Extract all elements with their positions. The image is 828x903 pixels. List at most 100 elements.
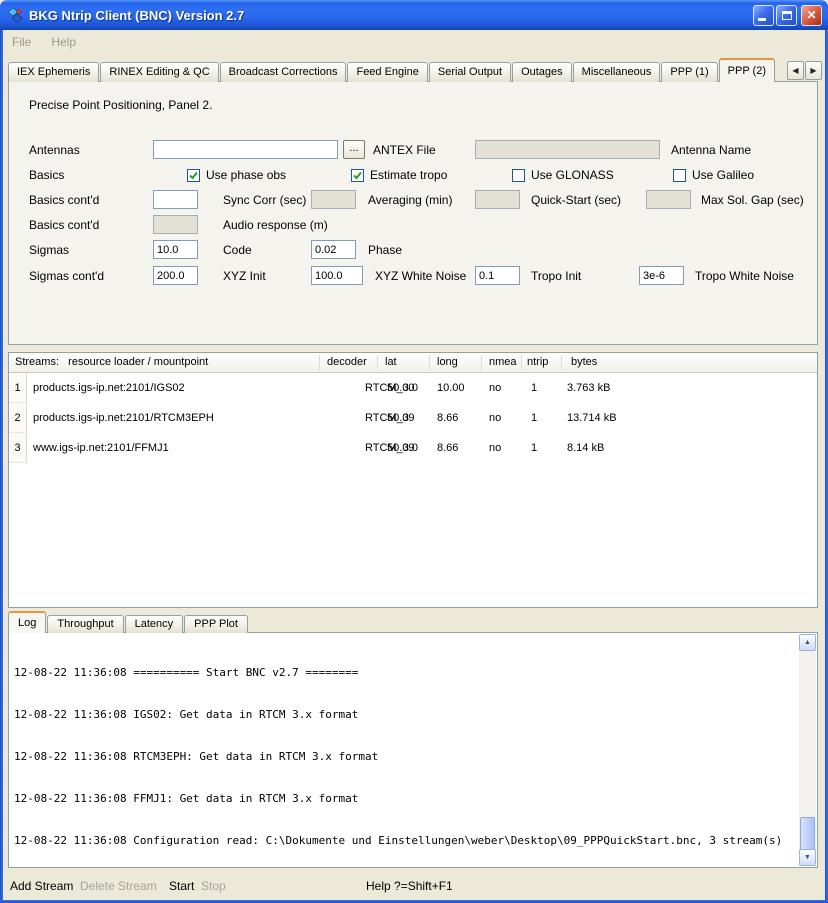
tab-throughput[interactable]: Throughput bbox=[47, 615, 123, 633]
use-glonass-checkbox[interactable] bbox=[512, 169, 525, 182]
sigma-code-label: Code bbox=[223, 243, 252, 257]
start-button[interactable]: Start bbox=[169, 879, 194, 893]
row-number[interactable]: 3 bbox=[9, 433, 27, 463]
cell-mountpoint: products.igs-ip.net:2101/IGS02 bbox=[33, 382, 185, 394]
tab-scroll-right-button[interactable]: ▶ bbox=[805, 61, 822, 80]
xyz-white-noise-input[interactable] bbox=[311, 266, 363, 285]
tab-feed-engine[interactable]: Feed Engine bbox=[347, 62, 427, 82]
sigmas-contd-label: Sigmas cont'd bbox=[29, 269, 104, 283]
tab-bar: IEX Ephemeris RINEX Editing & QC Broadca… bbox=[8, 58, 776, 82]
tab-iex-ephemeris[interactable]: IEX Ephemeris bbox=[8, 62, 99, 82]
sync-corr-label: Sync Corr (sec) bbox=[223, 193, 306, 207]
tab-miscellaneous[interactable]: Miscellaneous bbox=[573, 62, 661, 82]
close-icon: ✕ bbox=[806, 9, 816, 21]
scrollbar-thumb[interactable] bbox=[800, 817, 815, 851]
scroll-down-button[interactable]: ▼ bbox=[799, 849, 816, 866]
help-shortcut-label: Help ?=Shift+F1 bbox=[366, 879, 453, 893]
log-line: 12-08-22 11:36:08 FFMJ1: Get data in RTC… bbox=[14, 792, 795, 806]
header-separator bbox=[377, 355, 378, 370]
quick-start-label: Quick-Start (sec) bbox=[531, 193, 621, 207]
tab-scroll-left-button[interactable]: ◀ bbox=[787, 61, 804, 80]
cell-lat: 50.09 bbox=[387, 412, 415, 424]
xyz-init-input[interactable] bbox=[153, 266, 198, 285]
table-row[interactable]: 2 products.igs-ip.net:2101/RTCM3EPH RTCM… bbox=[9, 403, 817, 433]
cell-mountpoint: www.igs-ip.net:2101/FFMJ1 bbox=[33, 442, 169, 454]
cell-bytes: 13.714 kB bbox=[567, 412, 617, 424]
bottom-tab-bar: Log Throughput Latency PPP Plot bbox=[8, 611, 249, 633]
use-phase-obs-checkbox[interactable] bbox=[187, 169, 200, 182]
cell-lat: 50.09 bbox=[387, 442, 415, 454]
tab-latency[interactable]: Latency bbox=[125, 615, 184, 633]
header-bytes: bytes bbox=[571, 356, 597, 368]
menu-bar: File Help bbox=[3, 30, 825, 53]
xyz-white-noise-label: XYZ White Noise bbox=[375, 269, 466, 283]
tab-log[interactable]: Log bbox=[8, 611, 46, 633]
right-arrow-icon: ▶ bbox=[810, 66, 816, 75]
cell-long: 8.66 bbox=[437, 442, 458, 454]
basics-label: Basics bbox=[29, 168, 64, 182]
tab-serial-output[interactable]: Serial Output bbox=[429, 62, 511, 82]
row-number[interactable]: 2 bbox=[9, 403, 27, 433]
table-row[interactable]: 3 www.igs-ip.net:2101/FFMJ1 RTCM_3.0 50.… bbox=[9, 433, 817, 463]
antenna-name-label: Antenna Name bbox=[671, 143, 751, 157]
header-mountpoint: Streams: resource loader / mountpoint bbox=[15, 356, 208, 368]
xyz-init-label: XYZ Init bbox=[223, 269, 266, 283]
header-separator bbox=[429, 355, 430, 370]
estimate-tropo-label: Estimate tropo bbox=[370, 168, 447, 182]
scroll-up-button[interactable]: ▲ bbox=[799, 634, 816, 651]
tropo-init-input[interactable] bbox=[475, 266, 520, 285]
sync-corr-input[interactable] bbox=[153, 190, 198, 209]
sigma-phase-input[interactable] bbox=[311, 240, 356, 259]
window-border-left bbox=[0, 28, 3, 903]
estimate-tropo-checkbox[interactable] bbox=[351, 169, 364, 182]
log-scrollbar[interactable]: ▲ ▼ bbox=[799, 634, 816, 866]
use-phase-obs-label: Use phase obs bbox=[206, 168, 286, 182]
tab-broadcast-corrections[interactable]: Broadcast Corrections bbox=[220, 62, 347, 82]
maximize-button[interactable] bbox=[776, 5, 797, 26]
averaging-input bbox=[311, 190, 356, 209]
sigma-phase-label: Phase bbox=[368, 243, 402, 257]
row-number[interactable]: 1 bbox=[9, 373, 27, 403]
tab-ppp-plot[interactable]: PPP Plot bbox=[184, 615, 248, 633]
header-separator bbox=[521, 355, 522, 370]
tropo-white-noise-input[interactable] bbox=[639, 266, 684, 285]
cell-nmea: no bbox=[489, 442, 501, 454]
cell-ntrip: 1 bbox=[531, 382, 537, 394]
minimize-icon bbox=[758, 18, 766, 21]
quick-start-input bbox=[475, 190, 520, 209]
cell-nmea: no bbox=[489, 412, 501, 424]
antennas-input[interactable] bbox=[153, 140, 338, 159]
max-sol-gap-input bbox=[646, 190, 691, 209]
tab-ppp-1[interactable]: PPP (1) bbox=[661, 62, 717, 82]
averaging-label: Averaging (min) bbox=[368, 193, 452, 207]
antex-file-label: ANTEX File bbox=[373, 143, 436, 157]
close-button[interactable]: ✕ bbox=[801, 5, 822, 26]
header-ntrip: ntrip bbox=[527, 356, 548, 368]
panel-heading: Precise Point Positioning, Panel 2. bbox=[29, 98, 212, 112]
title-bar[interactable]: BKG Ntrip Client (BNC) Version 2.7 ✕ bbox=[0, 0, 828, 30]
tab-rinex-editing-qc[interactable]: RINEX Editing & QC bbox=[100, 62, 218, 82]
sigma-code-input[interactable] bbox=[153, 240, 198, 259]
antennas-label: Antennas bbox=[29, 143, 80, 157]
tab-outages[interactable]: Outages bbox=[512, 62, 572, 82]
header-separator bbox=[319, 355, 320, 370]
use-glonass-label: Use GLONASS bbox=[531, 168, 614, 182]
left-arrow-icon: ◀ bbox=[792, 66, 798, 75]
menu-file[interactable]: File bbox=[12, 35, 31, 49]
cell-nmea: no bbox=[489, 382, 501, 394]
table-row[interactable]: 1 products.igs-ip.net:2101/IGS02 RTCM_3.… bbox=[9, 373, 817, 403]
tab-scroll-buttons: ◀ ▶ bbox=[787, 61, 822, 80]
tab-ppp-2[interactable]: PPP (2) bbox=[719, 58, 775, 82]
use-galileo-checkbox[interactable] bbox=[673, 169, 686, 182]
add-stream-button[interactable]: Add Stream bbox=[10, 879, 73, 893]
antex-browse-button[interactable]: ... bbox=[343, 140, 365, 159]
cell-long: 8.66 bbox=[437, 412, 458, 424]
minimize-button[interactable] bbox=[753, 5, 774, 26]
tropo-init-label: Tropo Init bbox=[531, 269, 581, 283]
delete-stream-button: Delete Stream bbox=[80, 879, 157, 893]
action-bar: Add Stream Delete Stream Start Stop Help… bbox=[3, 872, 825, 900]
header-long: long bbox=[437, 356, 458, 368]
log-line: 12-08-22 11:36:08 ========== Start BNC v… bbox=[14, 666, 795, 680]
menu-help[interactable]: Help bbox=[51, 35, 76, 49]
down-arrow-icon: ▼ bbox=[804, 854, 811, 861]
